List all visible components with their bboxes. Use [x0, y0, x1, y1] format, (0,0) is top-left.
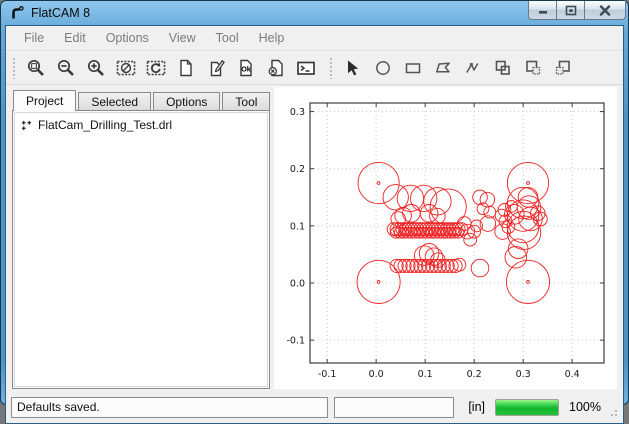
draw-rectangle-button[interactable] — [398, 54, 428, 82]
ok-file-button[interactable]: Ok — [231, 54, 261, 82]
toolbar-handle[interactable] — [329, 57, 334, 79]
open-edit-file-button[interactable] — [201, 54, 231, 82]
zoom-out-icon — [56, 58, 76, 78]
toolbar-group-2 — [327, 54, 578, 82]
tree-item-label: FlatCam_Drilling_Test.drl — [38, 118, 172, 132]
svg-text:0.4: 0.4 — [565, 369, 580, 380]
select-arrow-icon — [343, 58, 363, 78]
svg-text:0.1: 0.1 — [418, 369, 433, 380]
shell-button[interactable] — [291, 54, 321, 82]
new-file-button[interactable] — [171, 54, 201, 82]
menu-item-tool[interactable]: Tool — [206, 27, 249, 49]
draw-rectangle-icon — [403, 58, 423, 78]
new-file-icon — [176, 58, 196, 78]
draw-polygon-icon — [433, 58, 453, 78]
window-frame: FlatCAM 8 FileEditOpt — [1, 1, 628, 404]
subtract-button[interactable] — [548, 54, 578, 82]
replot-icon — [146, 58, 166, 78]
menu-bar: FileEditOptionsViewToolHelp — [6, 26, 623, 51]
minimize-button[interactable] — [528, 1, 557, 20]
menu-item-file[interactable]: File — [14, 27, 54, 49]
progress-percent-label: 100% — [565, 400, 601, 414]
toolbar-group-1: Ok — [10, 54, 321, 82]
tab-selected[interactable]: Selected — [78, 92, 151, 110]
plot-canvas[interactable]: -0.1 0.0 0.1 0.2 0.3 0.4 -0.1 0.0 0.1 0.2 0.3 — [274, 87, 617, 389]
toolbar: Ok — [6, 51, 623, 85]
intersection-button[interactable] — [518, 54, 548, 82]
open-edit-file-icon — [206, 58, 226, 78]
menu-item-options[interactable]: Options — [96, 27, 159, 49]
svg-text:0.3: 0.3 — [516, 369, 531, 380]
svg-text:-0.1: -0.1 — [286, 336, 305, 347]
toolbar-handle[interactable] — [12, 57, 17, 79]
status-message-field: Defaults saved. — [11, 397, 328, 418]
draw-polygon-button[interactable] — [428, 54, 458, 82]
drill-file-icon — [20, 119, 33, 132]
menu-item-edit[interactable]: Edit — [54, 27, 96, 49]
draw-path-icon — [463, 58, 483, 78]
zoom-out-button[interactable] — [51, 54, 81, 82]
tab-tool[interactable]: Tool — [222, 92, 270, 110]
svg-text:0.3: 0.3 — [290, 107, 305, 118]
menu-item-help[interactable]: Help — [249, 27, 295, 49]
menu-item-view[interactable]: View — [159, 27, 206, 49]
tab-options[interactable]: Options — [153, 92, 220, 110]
intersection-icon — [523, 58, 543, 78]
resize-grip-icon[interactable] — [607, 406, 619, 418]
drill-plot[interactable]: -0.1 0.0 0.1 0.2 0.3 0.4 -0.1 0.0 0.1 0.2 0.3 — [274, 87, 617, 389]
tab-widget: ProjectSelectedOptionsTool FlatCam_Drill… — [12, 89, 270, 389]
zoom-in-icon — [86, 58, 106, 78]
status-secondary-field — [334, 397, 454, 418]
delete-file-icon — [266, 58, 286, 78]
window-body: FileEditOptionsViewToolHelp Ok ProjectSe… — [5, 25, 624, 424]
tab-bar: ProjectSelectedOptionsTool — [12, 89, 270, 110]
progress-bar — [495, 399, 559, 416]
svg-text:-0.1: -0.1 — [318, 369, 337, 380]
svg-text:Ok: Ok — [241, 64, 251, 73]
window-controls — [529, 1, 626, 21]
project-pane: FlatCam_Drilling_Test.drl — [12, 110, 270, 389]
union-icon — [493, 58, 513, 78]
svg-text:0.0: 0.0 — [369, 369, 384, 380]
flatcam-logo-icon — [9, 5, 26, 21]
draw-path-button[interactable] — [458, 54, 488, 82]
svg-text:0.0: 0.0 — [290, 279, 305, 290]
content-area: ProjectSelectedOptionsTool FlatCam_Drill… — [6, 85, 623, 393]
replot-button[interactable] — [141, 54, 171, 82]
svg-text:0.2: 0.2 — [290, 164, 305, 175]
units-label: [in] — [460, 400, 489, 414]
status-bar: Defaults saved. [in] 100% — [6, 393, 623, 423]
union-button[interactable] — [488, 54, 518, 82]
window-title: FlatCAM 8 — [31, 6, 90, 20]
zoom-fit-button[interactable] — [21, 54, 51, 82]
svg-text:0.1: 0.1 — [290, 221, 305, 232]
clear-plot-button[interactable] — [111, 54, 141, 82]
draw-circle-button[interactable] — [368, 54, 398, 82]
maximize-button[interactable] — [556, 1, 585, 20]
subtract-icon — [553, 58, 573, 78]
draw-circle-icon — [373, 58, 393, 78]
tree-item[interactable]: FlatCam_Drilling_Test.drl — [17, 116, 265, 134]
delete-file-button[interactable] — [261, 54, 291, 82]
shell-icon — [296, 58, 316, 78]
close-button[interactable] — [584, 1, 626, 20]
tab-project[interactable]: Project — [13, 90, 76, 111]
clear-plot-icon — [116, 58, 136, 78]
svg-text:0.2: 0.2 — [467, 369, 482, 380]
ok-file-icon: Ok — [236, 58, 256, 78]
app-window: FlatCAM 8 FileEditOpt — [0, 0, 629, 405]
select-arrow-button[interactable] — [338, 54, 368, 82]
title-bar[interactable]: FlatCAM 8 — [1, 1, 628, 25]
project-tree[interactable]: FlatCam_Drilling_Test.drl — [14, 112, 268, 387]
zoom-in-button[interactable] — [81, 54, 111, 82]
zoom-fit-icon — [26, 58, 46, 78]
